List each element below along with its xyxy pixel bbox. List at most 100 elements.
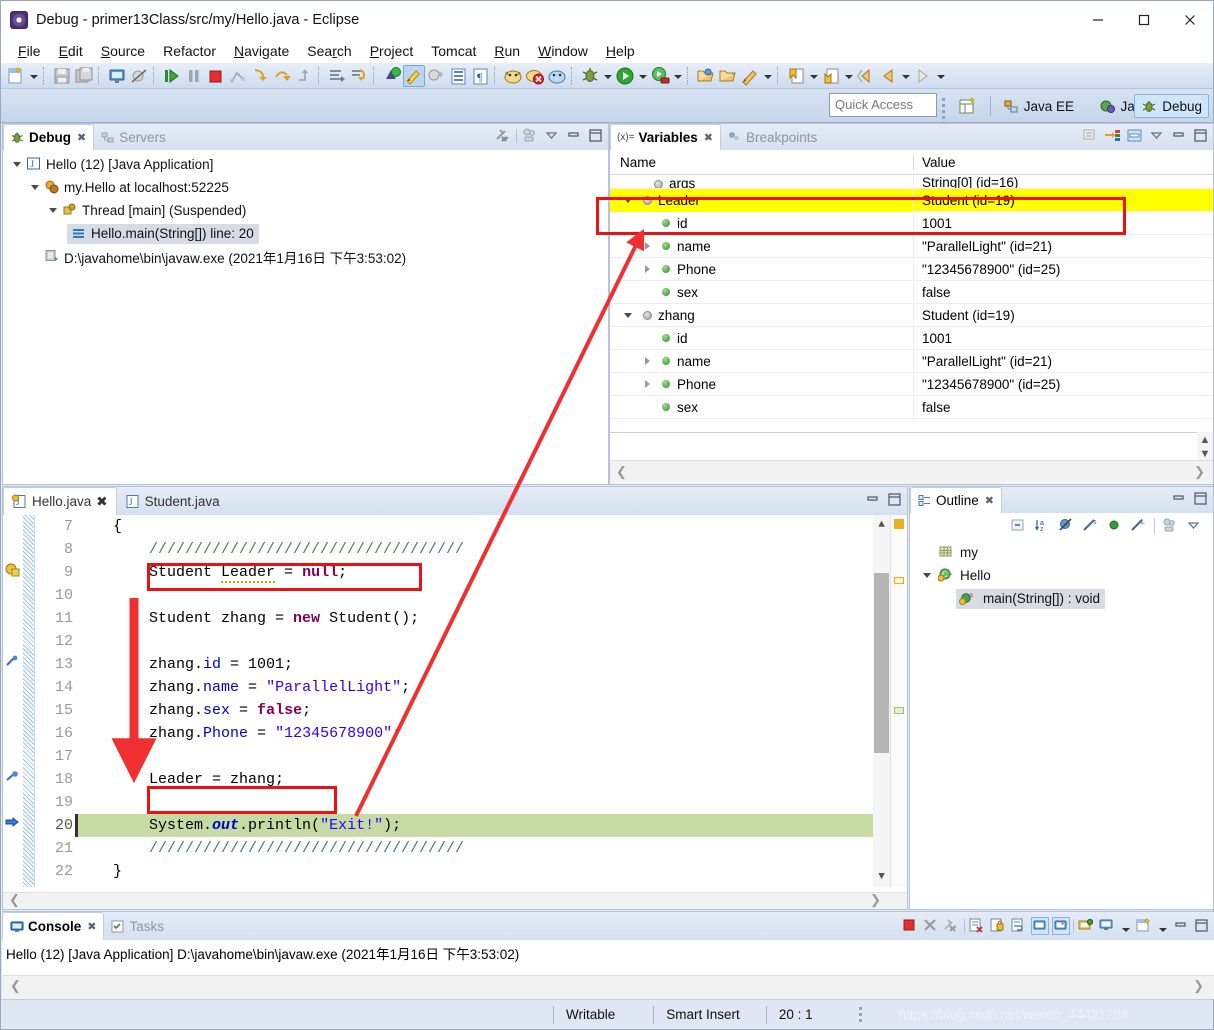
- tomcat-restart-icon[interactable]: [546, 65, 568, 87]
- tomcat-stop-icon[interactable]: [524, 65, 546, 87]
- variables-detail-pane[interactable]: [610, 432, 1213, 460]
- editor-tab-hello-java[interactable]: J Hello.java ✖: [3, 487, 117, 515]
- tab-debug-close-icon[interactable]: ✖: [77, 131, 86, 144]
- view-menu-icon[interactable]: [543, 127, 561, 145]
- editor-tab-close-icon[interactable]: ✖: [96, 494, 107, 510]
- hide-fields-icon[interactable]: [1058, 517, 1076, 535]
- editor-vertical-scrollbar[interactable]: ▲ ▼: [873, 515, 890, 887]
- maximize-icon[interactable]: [587, 127, 605, 145]
- hide-non-public-icon[interactable]: [1106, 517, 1124, 535]
- tab-outline[interactable]: Outline ✖: [910, 487, 1002, 513]
- disconnect-icon[interactable]: [227, 65, 249, 87]
- chevron-down-icon[interactable]: [49, 206, 58, 215]
- terminate-icon[interactable]: [205, 65, 227, 87]
- overview-occurrence-marker[interactable]: [894, 707, 904, 714]
- debug-tree-row-launch[interactable]: J Hello (12) [Java Application]: [3, 153, 608, 176]
- view-menu-layout-icon[interactable]: [1161, 517, 1179, 535]
- toggle-breakpoint-icon[interactable]: [381, 65, 403, 87]
- minimize-icon[interactable]: [864, 491, 882, 509]
- terminate-icon[interactable]: [901, 917, 919, 935]
- suspend-icon[interactable]: [183, 65, 205, 87]
- chevron-down-icon[interactable]: [923, 571, 932, 580]
- minimize-icon[interactable]: [1172, 917, 1190, 935]
- word-wrap-icon[interactable]: [1010, 917, 1028, 935]
- hide-static-icon[interactable]: s: [1082, 517, 1100, 535]
- new-wizard-icon[interactable]: [5, 65, 27, 87]
- search-dropdown-arrow[interactable]: [761, 65, 774, 87]
- menu-tomcat[interactable]: Tomcat: [422, 41, 485, 61]
- tab-breakpoints[interactable]: Breakpoints: [721, 124, 824, 150]
- open-type-icon[interactable]: [447, 65, 469, 87]
- chevron-down-icon[interactable]: [13, 160, 22, 169]
- chevron-right-icon[interactable]: [643, 241, 652, 251]
- open-folder-icon[interactable]: [717, 65, 739, 87]
- forward-dropdown-arrow[interactable]: [934, 65, 947, 87]
- open-task-icon[interactable]: ¶: [469, 65, 491, 87]
- pin-console-icon[interactable]: [1077, 917, 1095, 935]
- chevron-down-icon[interactable]: [624, 311, 633, 320]
- menu-navigate[interactable]: Navigate: [225, 41, 298, 61]
- scroll-left-icon[interactable]: ❮: [10, 978, 21, 994]
- menu-help[interactable]: Help: [597, 41, 644, 61]
- menu-edit[interactable]: Edit: [50, 41, 92, 61]
- search-icon[interactable]: [739, 65, 761, 87]
- code-editor[interactable]: 7 8 9 10 11 12 13 14 15 16 17 18 19 20 2…: [3, 515, 907, 909]
- new-dropdown-arrow[interactable]: [27, 65, 40, 87]
- debug-icon[interactable]: [579, 65, 601, 87]
- collapse-all-icon[interactable]: [1082, 127, 1100, 145]
- maximize-button[interactable]: [1121, 1, 1167, 38]
- open-resource-icon[interactable]: [695, 65, 717, 87]
- table-row[interactable]: name "ParallelLight" (id=21): [610, 349, 1213, 373]
- new-java-console-icon[interactable]: [106, 65, 128, 87]
- save-all-icon[interactable]: [73, 65, 95, 87]
- debug-tree-row-process[interactable]: D:\javahome\bin\javaw.exe (2021年1月16日 下午…: [3, 245, 608, 268]
- maximize-icon[interactable]: [886, 491, 904, 509]
- display-selected-dropdown-arrow[interactable]: [1119, 918, 1132, 935]
- show-console-on-output-icon[interactable]: [1031, 917, 1049, 935]
- minimize-button[interactable]: [1075, 1, 1121, 38]
- maximize-icon[interactable]: [1193, 917, 1211, 935]
- tab-variables-close-icon[interactable]: ✖: [704, 131, 713, 144]
- scroll-right-icon[interactable]: ❯: [1194, 464, 1205, 480]
- scroll-lock-icon[interactable]: [989, 917, 1007, 935]
- editor-tab-student-java[interactable]: J Student.java: [117, 487, 228, 515]
- forward-icon[interactable]: [912, 65, 934, 87]
- chevron-right-icon[interactable]: [643, 264, 652, 274]
- overview-warning-marker[interactable]: [894, 519, 904, 529]
- run-dropdown-arrow[interactable]: [636, 65, 649, 87]
- outline-row-package[interactable]: my: [910, 541, 1213, 564]
- menu-project[interactable]: Project: [361, 41, 423, 61]
- external-tools-dropdown-arrow[interactable]: [671, 65, 684, 87]
- editor-marker-bar[interactable]: [3, 515, 23, 887]
- tomcat-start-icon[interactable]: [502, 65, 524, 87]
- build-icon[interactable]: [425, 65, 447, 87]
- console-horizontal-scrollbar[interactable]: ❮ ❯: [2, 975, 1214, 999]
- table-row[interactable]: zhang Student (id=19): [610, 303, 1213, 327]
- resume-icon[interactable]: [161, 65, 183, 87]
- mark-occurrences-icon[interactable]: [403, 64, 425, 87]
- next-annotation-icon[interactable]: [785, 65, 807, 87]
- tab-servers[interactable]: Servers: [94, 124, 173, 150]
- drop-to-frame-icon[interactable]: [326, 65, 348, 87]
- show-detail-pane-icon[interactable]: [1126, 127, 1144, 145]
- debug-tree-row-thread[interactable]: Thread [main] (Suspended): [3, 199, 608, 222]
- minimize-icon[interactable]: [1170, 127, 1188, 145]
- previous-annotation-icon[interactable]: [820, 65, 842, 87]
- column-header-value[interactable]: Value: [914, 155, 956, 170]
- external-tools-icon[interactable]: [649, 65, 671, 87]
- menu-search[interactable]: Search: [298, 41, 360, 61]
- table-row[interactable]: Phone "12345678900" (id=25): [610, 372, 1213, 396]
- outline-row-method[interactable]: s main(String[]) : void: [910, 587, 1213, 610]
- menu-window[interactable]: Window: [529, 41, 597, 61]
- back-icon[interactable]: [877, 65, 899, 87]
- table-row[interactable]: sex false: [610, 395, 1213, 419]
- tab-tasks[interactable]: Tasks: [104, 912, 171, 940]
- run-icon[interactable]: [614, 65, 636, 87]
- hide-local-types-icon[interactable]: L: [1130, 517, 1148, 535]
- maximize-icon[interactable]: [1192, 490, 1210, 508]
- minimize-icon[interactable]: [1170, 490, 1188, 508]
- outline-row-class[interactable]: C Hello: [910, 564, 1213, 587]
- perspective-debug[interactable]: Debug: [1134, 94, 1209, 118]
- tab-outline-close-icon[interactable]: ✖: [985, 494, 994, 507]
- table-row[interactable]: name "ParallelLight" (id=21): [610, 234, 1213, 258]
